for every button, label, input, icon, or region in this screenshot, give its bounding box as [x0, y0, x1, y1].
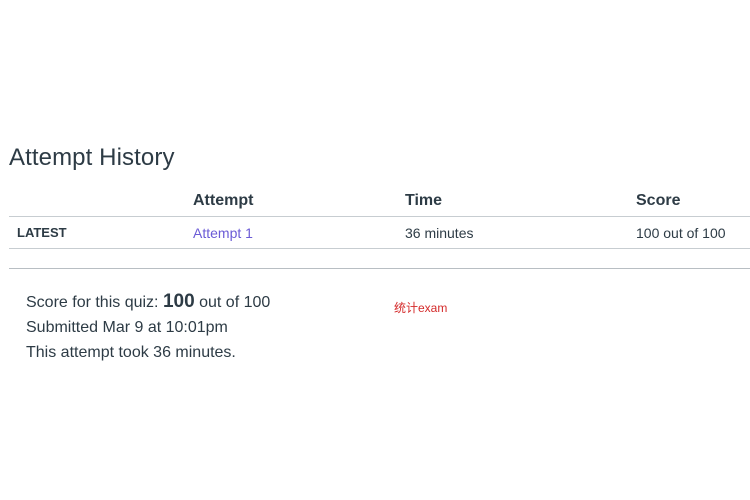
duration-line: This attempt took 36 minutes.	[26, 344, 236, 361]
column-header-time: Time	[405, 186, 636, 217]
column-header-score: Score	[636, 186, 750, 217]
section-divider	[9, 268, 750, 269]
score-value: 100	[162, 291, 195, 312]
latest-label: LATEST	[9, 216, 193, 249]
attempt-1-link[interactable]: Attempt 1	[193, 225, 253, 241]
score-summary-line: Score for this quiz: 100 out of 100	[26, 289, 270, 315]
annotation-note: 统计exam	[394, 301, 448, 315]
column-header-label	[9, 186, 193, 217]
time-cell: 36 minutes	[405, 216, 636, 249]
submitted-line: Submitted Mar 9 at 10:01pm	[26, 319, 228, 336]
score-cell: 100 out of 100	[636, 216, 750, 249]
column-header-attempt: Attempt	[193, 186, 405, 217]
page-title: Attempt History	[9, 144, 175, 171]
table-row: LATEST Attempt 1 36 minutes 100 out of 1…	[9, 216, 750, 249]
quiz-summary: Score for this quiz: 100 out of 100 Subm…	[26, 289, 270, 365]
score-prefix: Score for this quiz:	[26, 294, 163, 311]
attempt-cell: Attempt 1	[193, 216, 405, 249]
table-header-row: Attempt Time Score	[9, 186, 750, 217]
attempt-history-table: Attempt Time Score LATEST Attempt 1 36 m…	[9, 186, 750, 249]
score-suffix: out of 100	[194, 294, 271, 311]
